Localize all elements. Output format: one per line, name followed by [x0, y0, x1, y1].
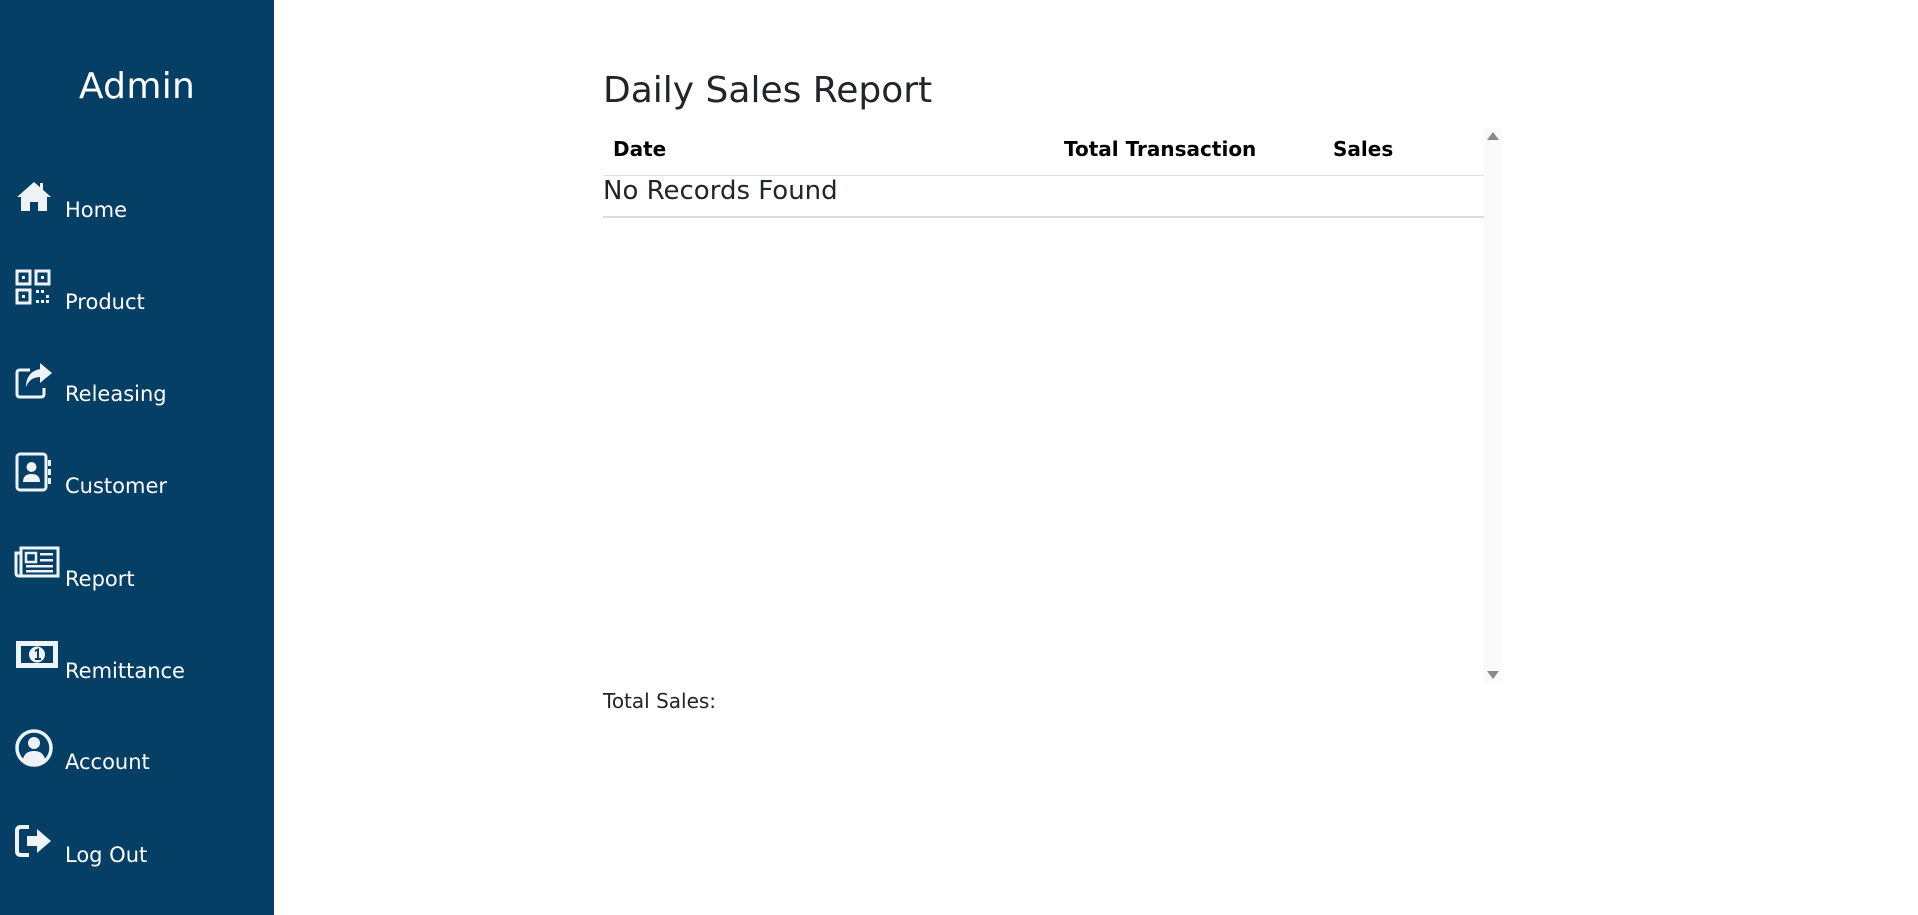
table-row-divider: [603, 216, 1484, 218]
sidebar-brand: Admin: [78, 66, 196, 107]
money-bill-icon: [14, 637, 58, 677]
user-circle-icon: [14, 728, 54, 768]
sidebar-item-label: Home: [65, 198, 128, 222]
newspaper-icon: [14, 545, 60, 585]
scroll-up-arrow-icon[interactable]: [1487, 132, 1499, 140]
sidebar-item-label: Product: [65, 290, 145, 314]
sidebar-item-label: Log Out: [65, 843, 148, 867]
sidebar-item-remittance[interactable]: Remittance: [14, 637, 264, 697]
sidebar-item-label: Remittance: [65, 659, 185, 683]
scroll-down-arrow-icon[interactable]: [1487, 671, 1499, 679]
sidebar-item-label: Report: [65, 567, 135, 591]
sidebar-item-home[interactable]: Home: [14, 176, 264, 236]
sidebar: Admin Home Product Releasing Customer Re…: [0, 0, 274, 915]
sidebar-item-label: Customer: [65, 474, 168, 498]
column-header-sales[interactable]: Sales: [1333, 137, 1393, 161]
sidebar-item-releasing[interactable]: Releasing: [14, 360, 264, 420]
sidebar-item-logout[interactable]: Log Out: [14, 821, 264, 881]
address-book-icon: [14, 452, 54, 492]
column-header-total-transaction[interactable]: Total Transaction: [1064, 137, 1256, 161]
sidebar-item-label: Account: [65, 750, 150, 774]
sales-table: Date Total Transaction Sales No Records …: [603, 128, 1484, 683]
table-scrollbar[interactable]: [1484, 128, 1502, 683]
sidebar-item-account[interactable]: Account: [14, 728, 264, 788]
sign-out-icon: [14, 821, 54, 861]
total-sales-label: Total Sales:: [603, 689, 717, 713]
column-header-date[interactable]: Date: [613, 137, 666, 161]
page-title: Daily Sales Report: [603, 70, 933, 111]
sidebar-item-label: Releasing: [65, 382, 167, 406]
sidebar-item-report[interactable]: Report: [14, 545, 264, 605]
empty-state-message: No Records Found: [603, 176, 838, 206]
home-icon: [14, 176, 54, 216]
qrcode-icon: [14, 268, 54, 308]
share-icon: [14, 360, 54, 400]
sidebar-item-product[interactable]: Product: [14, 268, 264, 328]
sidebar-item-customer[interactable]: Customer: [14, 452, 264, 512]
